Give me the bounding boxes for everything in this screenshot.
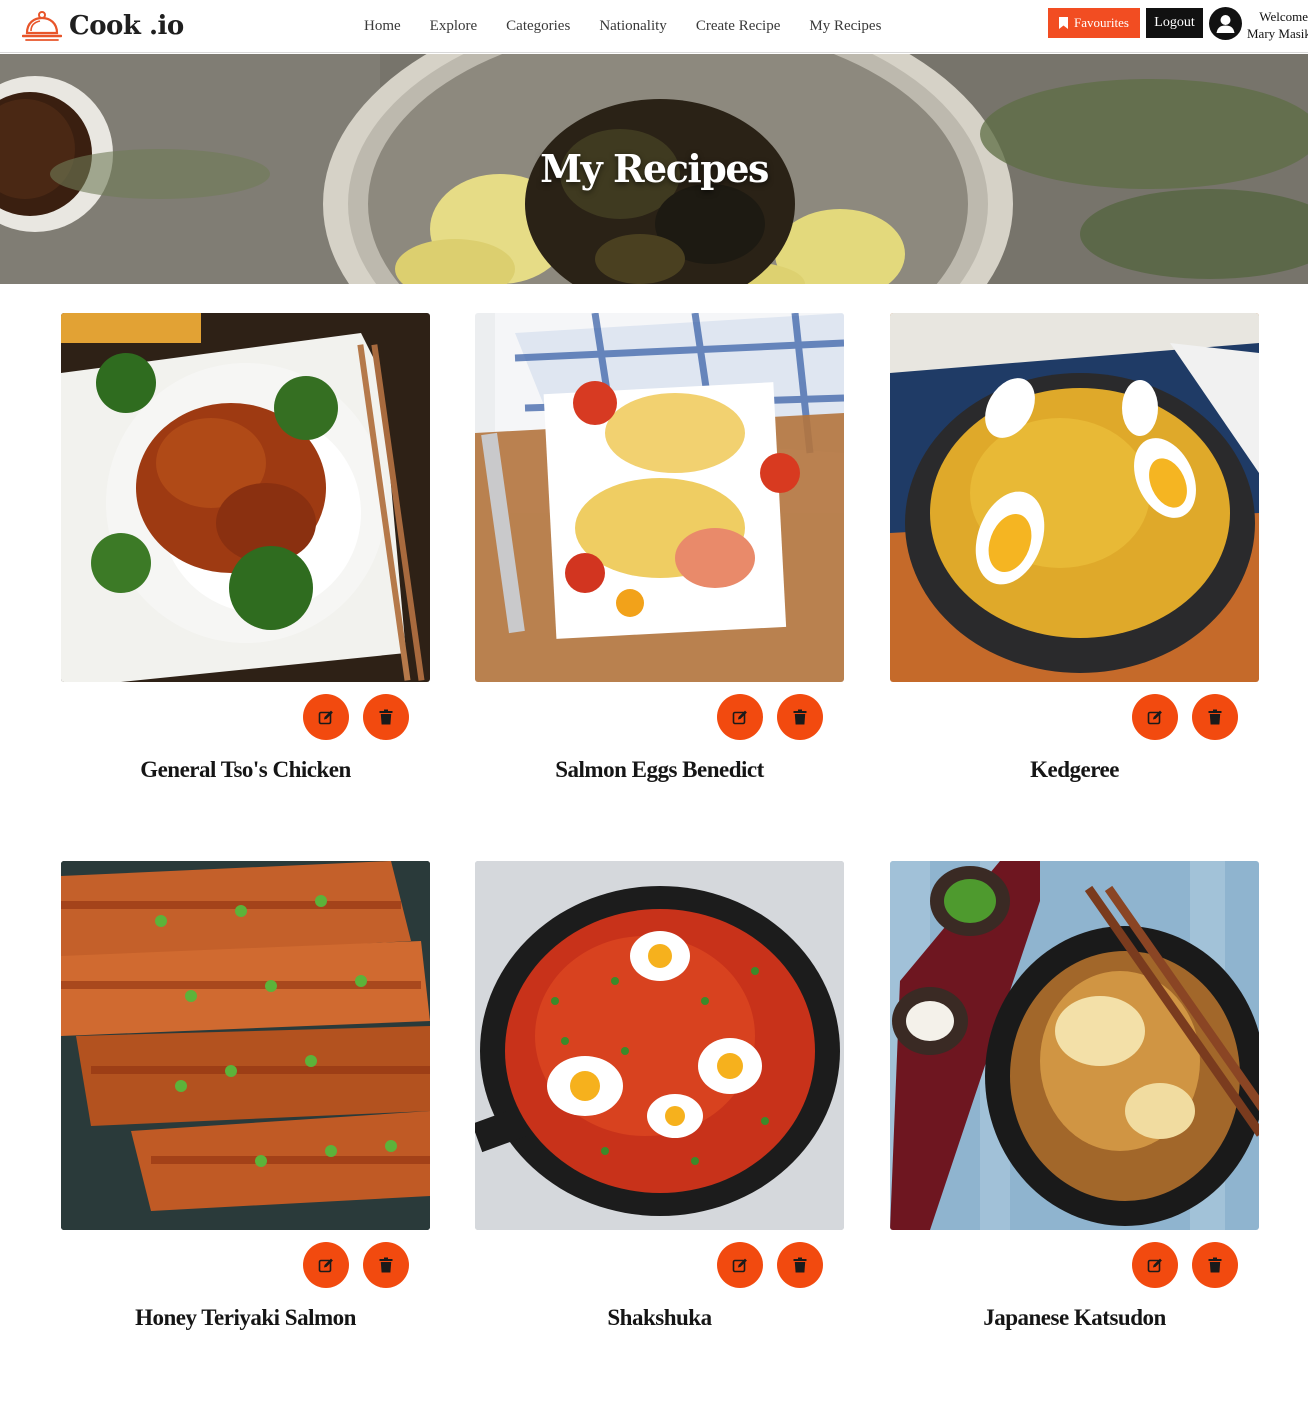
nav-home[interactable]: Home <box>364 18 401 35</box>
trash-icon <box>793 709 807 725</box>
recipe-image[interactable] <box>890 861 1259 1230</box>
recipe-title[interactable]: General Tso's Chicken <box>61 757 430 783</box>
recipe-image[interactable] <box>890 313 1259 682</box>
delete-button[interactable] <box>777 694 823 740</box>
delete-button[interactable] <box>777 1242 823 1288</box>
recipe-image[interactable] <box>61 861 430 1230</box>
welcome-text: Welcome Mary Masiku <box>1247 9 1308 42</box>
user-icon <box>1216 15 1235 33</box>
edit-button[interactable] <box>1132 1242 1178 1288</box>
recipe-title[interactable]: Japanese Katsudon <box>890 1305 1259 1331</box>
brand-logo[interactable]: Cook .io <box>22 7 184 45</box>
edit-icon <box>1147 710 1162 725</box>
edit-button[interactable] <box>717 694 763 740</box>
recipe-image[interactable] <box>61 313 430 682</box>
delete-button[interactable] <box>363 1242 409 1288</box>
logout-button[interactable]: Logout <box>1146 8 1203 38</box>
brand-name: Cook .io <box>69 11 184 41</box>
edit-icon <box>1147 1258 1162 1273</box>
user-name: Mary Masiku <box>1247 26 1308 41</box>
bookmark-icon <box>1059 17 1069 29</box>
nav-my-recipes[interactable]: My Recipes <box>809 18 881 35</box>
navbar: Cook .io Home Explore Categories Nationa… <box>0 0 1308 53</box>
welcome-label: Welcome <box>1259 9 1308 24</box>
trash-icon <box>379 1257 393 1273</box>
cloche-icon <box>22 11 62 41</box>
edit-button[interactable] <box>303 694 349 740</box>
main-nav: Home Explore Categories Nationality Crea… <box>364 18 910 35</box>
edit-icon <box>318 1258 333 1273</box>
hero-banner: My Recipes <box>0 54 1308 284</box>
page-title: My Recipes <box>540 146 769 191</box>
trash-icon <box>379 709 393 725</box>
edit-icon <box>732 1258 747 1273</box>
nav-categories[interactable]: Categories <box>506 18 570 35</box>
edit-button[interactable] <box>717 1242 763 1288</box>
delete-button[interactable] <box>1192 1242 1238 1288</box>
recipe-image[interactable] <box>475 313 844 682</box>
nav-create-recipe[interactable]: Create Recipe <box>696 18 781 35</box>
recipe-photo <box>890 313 1259 682</box>
recipe-image[interactable] <box>475 861 844 1230</box>
nav-explore[interactable]: Explore <box>430 18 477 35</box>
delete-button[interactable] <box>1192 694 1238 740</box>
edit-icon <box>732 710 747 725</box>
recipe-title[interactable]: Kedgeree <box>890 757 1259 783</box>
trash-icon <box>1208 1257 1222 1273</box>
favourites-button[interactable]: Favourites <box>1048 8 1140 38</box>
edit-button[interactable] <box>1132 694 1178 740</box>
recipe-photo <box>61 313 430 682</box>
trash-icon <box>1208 709 1222 725</box>
recipe-photo <box>890 861 1259 1230</box>
recipe-photo <box>475 861 844 1230</box>
recipe-photo <box>475 313 844 682</box>
trash-icon <box>793 1257 807 1273</box>
recipe-title[interactable]: Salmon Eggs Benedict <box>475 757 844 783</box>
edit-button[interactable] <box>303 1242 349 1288</box>
recipe-title[interactable]: Honey Teriyaki Salmon <box>61 1305 430 1331</box>
recipe-title[interactable]: Shakshuka <box>475 1305 844 1331</box>
edit-icon <box>318 710 333 725</box>
delete-button[interactable] <box>363 694 409 740</box>
favourites-label: Favourites <box>1074 15 1129 30</box>
nav-nationality[interactable]: Nationality <box>599 18 667 35</box>
recipe-photo <box>61 861 430 1230</box>
avatar[interactable] <box>1209 7 1242 40</box>
